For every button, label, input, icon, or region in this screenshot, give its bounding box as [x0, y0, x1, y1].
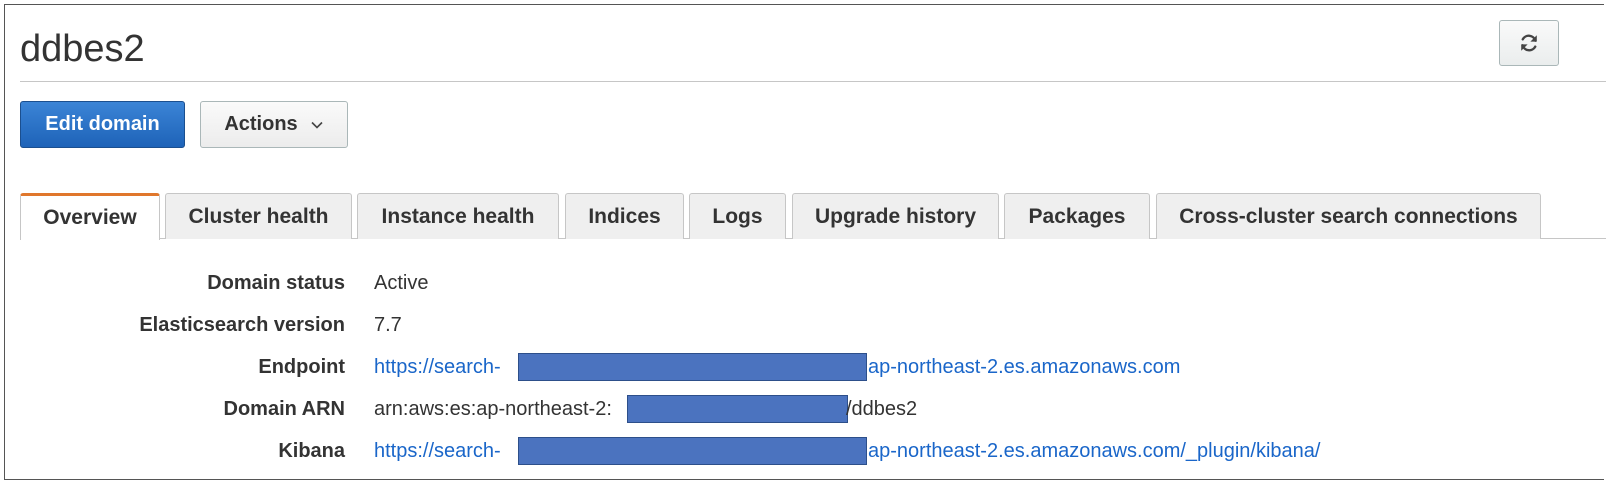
- domain-status-value: Active: [374, 272, 429, 294]
- redaction-box: [627, 395, 848, 423]
- domain-arn-suffix: /ddbes2: [846, 398, 918, 420]
- tab-label: Upgrade history: [814, 204, 977, 228]
- kibana-row: Kibana https://search- ap-northeast-2.es…: [0, 436, 1600, 466]
- tab-indices[interactable]: Indices: [565, 193, 684, 239]
- tab-upgrade-history[interactable]: Upgrade history: [792, 193, 999, 239]
- tab-label: Indices: [588, 204, 661, 228]
- tab-label: Logs: [712, 204, 763, 228]
- redaction-box: [518, 437, 867, 465]
- endpoint-link[interactable]: https://search-: [374, 352, 501, 382]
- tab-logs[interactable]: Logs: [689, 193, 786, 239]
- domain-arn-row: Domain ARN arn:aws:es:ap-northeast-2: /d…: [0, 394, 1600, 424]
- actions-dropdown[interactable]: Actions: [200, 101, 348, 148]
- edit-domain-label: Edit domain: [45, 113, 160, 135]
- tab-label: Cluster health: [188, 204, 329, 228]
- redaction-box: [518, 353, 867, 381]
- tab-packages[interactable]: Packages: [1004, 193, 1150, 239]
- page-title: ddbes2: [20, 28, 145, 70]
- tab-cross-cluster-search[interactable]: Cross-cluster search connections: [1156, 193, 1541, 239]
- endpoint-row: Endpoint https://search- ap-northeast-2.…: [0, 352, 1600, 382]
- tab-label: Packages: [1028, 204, 1126, 228]
- domain-arn-label: Domain ARN: [223, 398, 345, 420]
- chevron-down-icon: [311, 121, 323, 129]
- kibana-link[interactable]: https://search-: [374, 436, 501, 466]
- tab-label: Cross-cluster search connections: [1179, 204, 1518, 228]
- endpoint-link-suffix[interactable]: ap-northeast-2.es.amazonaws.com: [868, 352, 1180, 382]
- refresh-button[interactable]: [1499, 20, 1559, 66]
- tab-cluster-health[interactable]: Cluster health: [165, 193, 352, 239]
- edit-domain-button[interactable]: Edit domain: [20, 101, 185, 148]
- title-divider: [20, 81, 1606, 82]
- tab-overview[interactable]: Overview: [20, 193, 160, 240]
- kibana-label: Kibana: [278, 440, 345, 462]
- domain-status-row: Domain status Active: [0, 268, 1600, 298]
- tab-label: Overview: [43, 206, 137, 229]
- refresh-icon: [1521, 34, 1537, 52]
- domain-status-label: Domain status: [207, 272, 345, 294]
- domain-arn-prefix: arn:aws:es:ap-northeast-2:: [374, 398, 612, 420]
- kibana-link-suffix[interactable]: ap-northeast-2.es.amazonaws.com/_plugin/…: [868, 436, 1320, 466]
- tab-label: Instance health: [381, 204, 535, 228]
- tab-instance-health[interactable]: Instance health: [357, 193, 559, 239]
- es-version-value: 7.7: [374, 314, 402, 336]
- actions-label: Actions: [224, 113, 298, 135]
- es-version-row: Elasticsearch version 7.7: [0, 310, 1600, 340]
- endpoint-label: Endpoint: [258, 356, 345, 378]
- es-version-label: Elasticsearch version: [139, 314, 345, 336]
